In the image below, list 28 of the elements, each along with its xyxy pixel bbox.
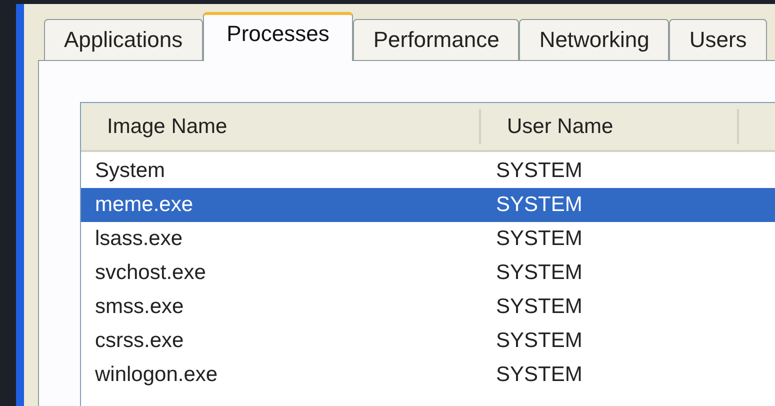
table-cell: csrss.exe	[95, 329, 184, 352]
table-cell: svchost.exe	[95, 261, 206, 284]
table-cell: meme.exe	[95, 193, 194, 216]
column-header[interactable]: Image Name	[107, 110, 228, 142]
table-row[interactable]: winlogon.exe SYSTEM	[81, 358, 775, 392]
table-cell: SYSTEM	[496, 261, 582, 284]
table-row[interactable]: csrss.exe SYSTEM	[81, 324, 775, 358]
table-cell: SYSTEM	[496, 193, 582, 216]
tab[interactable]: Users	[669, 19, 767, 61]
table-cell: SYSTEM	[496, 295, 582, 318]
table-cell: lsass.exe	[95, 227, 183, 250]
table-cell: winlogon.exe	[95, 363, 218, 386]
tab[interactable]: Performance	[353, 19, 520, 61]
tab[interactable]: Networking	[519, 19, 670, 61]
table-row[interactable]: lsass.exe SYSTEM	[81, 222, 775, 256]
column-header[interactable]: User Name	[507, 110, 614, 142]
table-row[interactable]: svchost.exe SYSTEM	[81, 256, 775, 290]
table-cell: SYSTEM	[496, 159, 582, 182]
table-cell: SYSTEM	[496, 363, 582, 386]
table-cell: System	[95, 159, 166, 182]
table-row[interactable]: smss.exe SYSTEM	[81, 290, 775, 324]
tab[interactable]: Applications	[44, 19, 203, 61]
table-row[interactable]: meme.exe SYSTEM	[81, 188, 775, 222]
table-cell: SYSTEM	[496, 329, 582, 352]
table-row[interactable]: System SYSTEM	[81, 154, 775, 188]
table-cell: SYSTEM	[496, 227, 582, 250]
table-cell: smss.exe	[95, 295, 184, 318]
tab[interactable]: Processes	[202, 12, 354, 61]
